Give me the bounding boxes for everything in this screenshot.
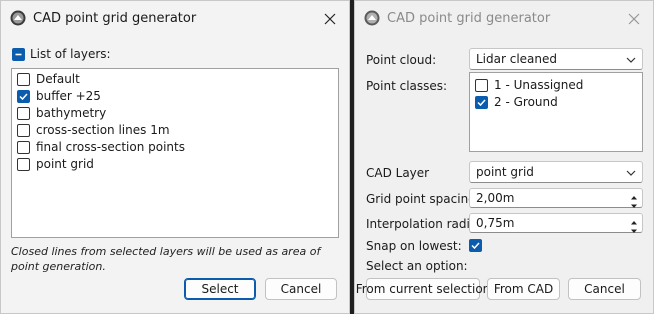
class-label: 1 - Unassigned xyxy=(494,78,584,92)
cad-layer-select[interactable]: point grid xyxy=(469,161,643,183)
layer-label: buffer +25 xyxy=(36,89,101,103)
layer-checkbox[interactable] xyxy=(17,106,30,120)
class-label: 2 - Ground xyxy=(494,95,558,109)
app-icon xyxy=(10,10,26,26)
title-bar: CAD point grid generator xyxy=(355,1,653,37)
layer-label: final cross-section points xyxy=(36,140,185,154)
point-cloud-select[interactable]: Lidar cleaned xyxy=(469,48,643,70)
list-item[interactable]: point grid xyxy=(17,157,94,171)
snap-checkbox[interactable] xyxy=(469,239,482,252)
layers-header-label: List of layers: xyxy=(30,47,111,61)
list-item[interactable]: bathymetry xyxy=(17,106,106,120)
layer-label: cross-section lines 1m xyxy=(36,123,170,137)
window-title: CAD point grid generator xyxy=(387,11,551,26)
layer-list[interactable]: Default buffer +25 bathymetry cross-sect… xyxy=(11,68,339,238)
layer-checkbox[interactable] xyxy=(17,123,30,137)
select-option-label: Select an option: xyxy=(366,259,468,273)
interp-radius-input[interactable]: 0,75m xyxy=(469,213,643,233)
point-cloud-label: Point cloud: xyxy=(366,53,437,67)
list-item[interactable]: cross-section lines 1m xyxy=(17,123,170,137)
close-button[interactable] xyxy=(317,7,343,31)
class-checkbox[interactable] xyxy=(475,78,488,92)
close-icon xyxy=(324,13,336,25)
select-button[interactable]: Select xyxy=(184,278,256,300)
snap-label: Snap on lowest: xyxy=(366,239,462,253)
cad-layer-value: point grid xyxy=(476,165,534,179)
spin-up-icon[interactable] xyxy=(628,190,640,200)
from-cad-button[interactable]: From CAD xyxy=(487,278,560,300)
cad-layer-label: CAD Layer xyxy=(366,166,430,180)
interp-radius-value: 0,75m xyxy=(476,216,515,230)
cancel-button[interactable]: Cancel xyxy=(568,278,641,300)
layer-checkbox[interactable] xyxy=(17,72,30,86)
hint-text: Closed lines from selected layers will b… xyxy=(11,245,321,273)
list-item[interactable]: Default xyxy=(17,72,80,86)
cancel-button[interactable]: Cancel xyxy=(265,278,337,300)
layer-label: bathymetry xyxy=(36,106,107,120)
layer-checkbox[interactable] xyxy=(17,89,30,103)
spin-buttons xyxy=(628,190,640,208)
spin-buttons xyxy=(628,215,640,233)
layer-label: point grid xyxy=(36,157,94,171)
from-selection-button[interactable]: From current selection xyxy=(356,278,490,300)
layer-label: Default xyxy=(36,72,80,86)
layer-checkbox[interactable] xyxy=(17,140,30,154)
title-bar: CAD point grid generator xyxy=(1,1,349,37)
list-item[interactable]: 2 - Ground xyxy=(475,95,558,109)
spin-down-icon[interactable] xyxy=(628,224,640,233)
layers-header: List of layers: xyxy=(12,47,111,61)
list-item[interactable]: buffer +25 xyxy=(17,89,101,103)
grid-spacing-label: Grid point spacing: xyxy=(366,192,480,206)
list-item[interactable]: 1 - Unassigned xyxy=(475,78,583,92)
list-item[interactable]: final cross-section points xyxy=(17,140,185,154)
layers-dialog: CAD point grid generator List of layers:… xyxy=(0,0,350,314)
chevron-down-icon xyxy=(626,170,636,176)
class-checkbox[interactable] xyxy=(475,95,488,109)
spin-up-icon[interactable] xyxy=(628,215,640,225)
grid-spacing-value: 2,00m xyxy=(476,191,515,205)
point-cloud-value: Lidar cleaned xyxy=(476,52,558,66)
chevron-down-icon xyxy=(626,57,636,63)
app-icon xyxy=(364,10,380,26)
layer-checkbox[interactable] xyxy=(17,157,30,171)
close-icon xyxy=(628,13,640,25)
point-classes-label: Point classes: xyxy=(366,79,448,93)
close-button[interactable] xyxy=(621,7,647,31)
spin-down-icon[interactable] xyxy=(628,199,640,208)
grid-settings-dialog: CAD point grid generator Point cloud: Li… xyxy=(354,0,654,314)
select-all-checkbox[interactable] xyxy=(12,47,25,61)
window-title: CAD point grid generator xyxy=(33,11,197,26)
grid-spacing-input[interactable]: 2,00m xyxy=(469,188,643,208)
point-class-list[interactable]: 1 - Unassigned 2 - Ground xyxy=(469,72,643,152)
